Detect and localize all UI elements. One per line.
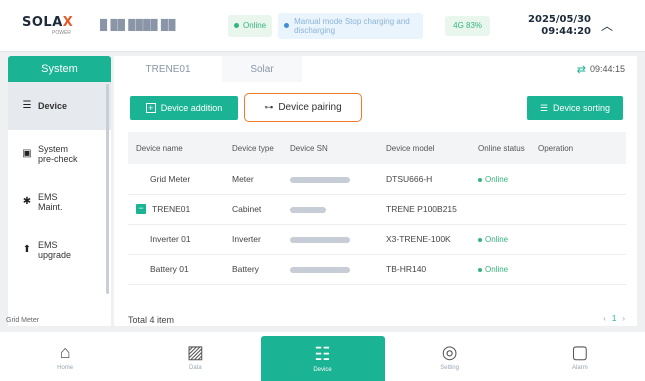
- cell-operation: [530, 254, 626, 285]
- col-device-name: Device name: [128, 132, 224, 164]
- cell-device-model: X3-TRENE-100K: [378, 224, 470, 255]
- cell-device-type: Battery: [224, 254, 282, 285]
- cell-device-name: Inverter 01: [128, 224, 224, 255]
- tab-trene01[interactable]: TRENE01: [114, 56, 222, 82]
- mode-status-badge: Manual mode Stop charging and dischargin…: [278, 12, 424, 39]
- sync-status[interactable]: ⇄ 09:44:15: [577, 63, 637, 76]
- sidebar-scrollbar[interactable]: [106, 84, 109, 294]
- cell-operation: [530, 164, 626, 195]
- nav-device[interactable]: ☷ Device: [260, 336, 385, 381]
- device-table: Device name Device type Device SN Device…: [128, 132, 626, 285]
- tab-solar[interactable]: Solar: [222, 56, 302, 82]
- home-icon: ⌂: [59, 342, 71, 362]
- prev-page-icon[interactable]: ‹: [603, 314, 606, 323]
- upgrade-icon: ⬆: [22, 244, 32, 255]
- device-sorting-button[interactable]: ☰ Device sorting: [527, 96, 623, 120]
- app-frame: SOLAX POWER █ ██ ████ ██ Online Manual m…: [0, 0, 645, 381]
- sync-time: 09:44:15: [589, 64, 625, 74]
- cell-device-name: − TRENE01: [128, 194, 224, 225]
- cell-online-status: [470, 194, 530, 225]
- sidebar-item-ems-upgrade[interactable]: ⬆ EMS upgrade: [8, 226, 111, 274]
- nav-setting[interactable]: ◎ Setting: [385, 332, 515, 381]
- link-icon: ⊶: [264, 102, 274, 112]
- table-row[interactable]: Battery 01 Battery TB-HR140 Online: [128, 254, 626, 285]
- device-icon: ☷: [314, 344, 331, 364]
- chart-icon: ▨: [186, 342, 204, 362]
- tab-bar: TRENE01 Solar ⇄ 09:44:15: [114, 56, 637, 82]
- plus-icon: +: [145, 103, 156, 113]
- sort-list-icon: ☰: [539, 102, 549, 113]
- brand-logo: SOLAX POWER: [22, 15, 74, 36]
- table-row[interactable]: − TRENE01 Cabinet TRENE P100B215: [128, 194, 626, 225]
- col-operation: Operation: [530, 132, 626, 164]
- cell-operation: [530, 224, 626, 255]
- sidebar-item-ems-maint[interactable]: ✱ EMS Maint.: [8, 178, 111, 226]
- settings-icon: ◎: [441, 342, 458, 362]
- bottom-nav: ⌂ Home ▨ Data ☷ Device ◎ Setting ▢ Alarm: [0, 332, 645, 381]
- table-header-row: Device name Device type Device SN Device…: [128, 132, 626, 164]
- cell-device-name: Battery 01: [128, 254, 224, 285]
- cell-online-status: Online: [470, 224, 530, 255]
- cell-operation: [530, 194, 626, 225]
- nav-data[interactable]: ▨ Data: [130, 332, 260, 381]
- mode-dot-icon: [284, 23, 290, 28]
- device-panel: + Device addition ⊶ Device pairing ☰ Dev…: [114, 82, 637, 326]
- total-count: Total 4 item: [128, 315, 175, 325]
- table-row[interactable]: Inverter 01 Inverter X3-TRENE-100K Onlin…: [128, 224, 626, 255]
- monitor-check-icon: ▣: [22, 148, 32, 159]
- cell-device-sn: [282, 194, 378, 225]
- cell-device-model: DTSU666-H: [378, 164, 470, 195]
- cell-online-status: Online: [470, 164, 530, 195]
- col-device-model: Device model: [378, 132, 470, 164]
- table-row[interactable]: Grid Meter Meter DTSU666-H Online: [128, 164, 626, 195]
- sidebar-item-grid-meter[interactable]: Grid Meter: [6, 317, 39, 324]
- device-addition-button[interactable]: + Device addition: [130, 96, 238, 120]
- tools-icon: ✱: [22, 196, 32, 207]
- refresh-icon: ⇄: [576, 63, 586, 76]
- top-status-bar: SOLAX POWER █ ██ ████ ██ Online Manual m…: [0, 0, 645, 52]
- cell-device-model: TB-HR140: [378, 254, 470, 285]
- cell-device-sn: [282, 164, 378, 195]
- datetime: 2025/05/30 09:44:20: [528, 14, 591, 38]
- cell-online-status: Online: [470, 254, 530, 285]
- device-pairing-button[interactable]: ⊶ Device pairing: [244, 93, 362, 122]
- cell-device-sn: [282, 254, 378, 285]
- chevron-up-icon[interactable]: ︿: [601, 17, 613, 34]
- online-status-badge: Online: [228, 14, 273, 37]
- time-text: 09:44:20: [541, 25, 591, 37]
- current-page[interactable]: 1: [612, 314, 616, 323]
- cell-device-type: Meter: [224, 164, 282, 195]
- nav-alarm[interactable]: ▢ Alarm: [515, 332, 645, 381]
- col-online-status: Online status: [470, 132, 530, 164]
- date-text: 2025/05/30: [528, 13, 591, 25]
- sidebar: ☰ Device ▣ System pre-check ✱ EMS Maint.…: [8, 82, 111, 326]
- online-dot-icon: [234, 23, 239, 28]
- sidebar-item-device[interactable]: ☰ Device: [8, 82, 111, 130]
- cell-device-sn: [282, 224, 378, 255]
- cell-device-model: TRENE P100B215: [378, 194, 470, 225]
- sidebar-header: System: [8, 56, 111, 82]
- cell-device-name: Grid Meter: [128, 164, 224, 195]
- col-device-sn: Device SN: [282, 132, 378, 164]
- device-name: █ ██ ████ ██: [100, 20, 176, 31]
- alarm-icon: ▢: [571, 342, 589, 362]
- sidebar-item-system-precheck[interactable]: ▣ System pre-check: [8, 130, 111, 178]
- pagination: ‹ 1 ›: [603, 314, 625, 323]
- device-list-icon: ☰: [22, 100, 32, 111]
- signal-badge: 4G 83%: [445, 15, 491, 36]
- nav-home[interactable]: ⌂ Home: [0, 332, 130, 381]
- collapse-icon[interactable]: −: [136, 204, 146, 215]
- cell-device-type: Inverter: [224, 224, 282, 255]
- col-device-type: Device type: [224, 132, 282, 164]
- next-page-icon[interactable]: ›: [622, 314, 625, 323]
- cell-device-type: Cabinet: [224, 194, 282, 225]
